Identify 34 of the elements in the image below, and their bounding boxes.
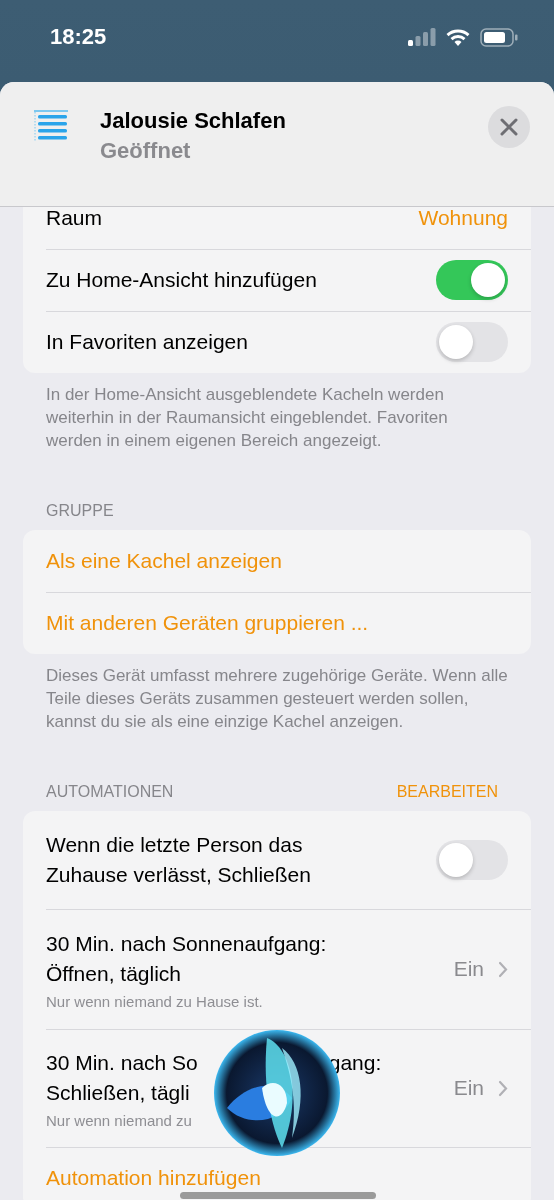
toggle-switch[interactable] xyxy=(436,260,508,300)
section-header: GRUPPE xyxy=(46,502,114,520)
automation-title: 30 Min. nach So xyxy=(46,1049,198,1076)
add-automation-link[interactable]: Automation hinzufügen xyxy=(46,1166,261,1190)
edit-button[interactable]: BEARBEITEN xyxy=(396,783,508,801)
automation-state: Ein xyxy=(453,1076,484,1100)
close-button[interactable] xyxy=(488,106,530,148)
device-status: Geöffnet xyxy=(100,138,192,164)
setting-label: Zu Home-Ansicht hinzufügen xyxy=(46,267,318,293)
automation-title: Schließen, tägli xyxy=(46,1079,191,1106)
group-footnote: Dieses Gerät umfasst mehrere zugehörige Geräte. Wenn alle Teile dieses Geräts zusammen gesteuert werden sollen, kannst du sie als eine einzige Kachel anzeigen. xyxy=(46,665,508,733)
status-time: 18:25 xyxy=(50,24,107,50)
chevron-icon xyxy=(498,1079,508,1097)
settings-footnote: In der Home-Ansicht ausgeblendete Kacheln werden weiterhin in der Raumansicht eingeblendet. Favoriten werden in einem eigenen Bereich angezeigt. xyxy=(46,384,449,452)
automation-title: Wenn die letzte Person das Zuhause verlässt, Schließen xyxy=(46,832,312,888)
group-action-link[interactable]: Mit anderen Geräten gruppieren ... xyxy=(46,611,369,635)
blinds-icon xyxy=(34,110,68,142)
automation-title: 30 Min. nach Sonnenaufgang: Öffnen, täglich xyxy=(46,930,328,987)
automation-condition: Nur wenn niemand zu xyxy=(46,1111,193,1129)
section-header: AUTOMATIONEN xyxy=(46,783,174,801)
device-title: Jalousie Schlafen xyxy=(100,108,287,134)
toggle-switch[interactable] xyxy=(436,322,508,362)
automation-state: Ein xyxy=(453,957,484,981)
chevron-icon xyxy=(498,960,508,978)
signal-icon xyxy=(408,28,436,46)
close-icon xyxy=(500,118,518,136)
room-value[interactable]: Wohnung xyxy=(418,207,508,230)
setting-label: Raum xyxy=(46,207,104,231)
group-action-link[interactable]: Als eine Kachel anzeigen xyxy=(46,549,282,573)
battery-icon xyxy=(480,27,518,47)
wifi-icon xyxy=(446,28,470,46)
toggle-switch[interactable] xyxy=(436,840,508,880)
setting-label: In Favoriten anzeigen xyxy=(46,329,249,355)
automation-condition: Nur wenn niemand zu Hause ist. xyxy=(46,992,264,1010)
